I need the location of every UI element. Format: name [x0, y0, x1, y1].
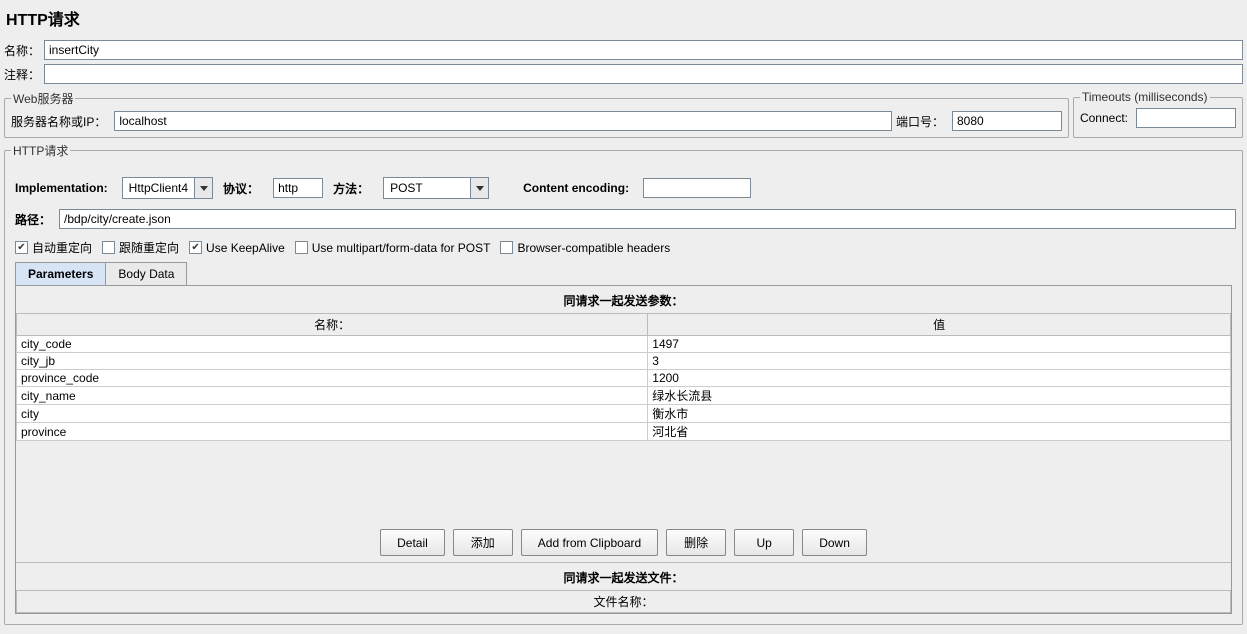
multipart-label: Use multipart/form-data for POST	[312, 241, 491, 255]
files-section-title: 同请求一起发送文件：	[16, 563, 1231, 590]
connect-label: Connect:	[1080, 111, 1132, 125]
delete-button[interactable]: 删除	[666, 529, 726, 556]
param-value-cell[interactable]: 1200	[648, 370, 1231, 387]
multipart-checkbox[interactable]: Use multipart/form-data for POST	[295, 241, 491, 255]
follow-redirect-label: 跟随重定向	[119, 239, 179, 256]
col-filename-header[interactable]: 文件名称：	[17, 591, 1231, 613]
tab-body-data[interactable]: Body Data	[105, 262, 187, 285]
server-name-label: 服务器名称或IP：	[11, 113, 110, 130]
param-value-cell[interactable]: 河北省	[648, 423, 1231, 441]
param-value-cell[interactable]: 1497	[648, 336, 1231, 353]
browser-compat-checkbox[interactable]: Browser-compatible headers	[500, 241, 670, 255]
checkbox-icon	[15, 241, 28, 254]
checkbox-icon	[295, 241, 308, 254]
table-row[interactable]: province_code1200	[17, 370, 1231, 387]
port-label: 端口号：	[896, 113, 948, 130]
chevron-down-icon[interactable]	[470, 178, 488, 198]
keepalive-label: Use KeepAlive	[206, 241, 285, 255]
follow-redirect-checkbox[interactable]: 跟随重定向	[102, 239, 179, 256]
encoding-label: Content encoding:	[523, 181, 633, 195]
method-label: 方法：	[333, 180, 373, 197]
method-select[interactable]: POST	[383, 177, 489, 199]
param-name-cell[interactable]: city_jb	[17, 353, 648, 370]
browser-compat-label: Browser-compatible headers	[517, 241, 670, 255]
checkbox-icon	[189, 241, 202, 254]
col-name-header[interactable]: 名称：	[17, 314, 648, 336]
param-value-cell[interactable]: 3	[648, 353, 1231, 370]
table-row[interactable]: province河北省	[17, 423, 1231, 441]
checkbox-icon	[102, 241, 115, 254]
table-row[interactable]: city_jb3	[17, 353, 1231, 370]
connect-input[interactable]	[1136, 108, 1236, 128]
web-server-fieldset: Web服务器 服务器名称或IP： 端口号：	[4, 90, 1069, 138]
name-input[interactable]	[44, 40, 1243, 60]
parameters-panel: 同请求一起发送参数： 名称： 值 city_code1497city_jb3pr…	[15, 285, 1232, 614]
path-label: 路径：	[15, 211, 55, 228]
table-row[interactable]: city衡水市	[17, 405, 1231, 423]
implementation-label: Implementation:	[15, 181, 112, 195]
parameters-table[interactable]: 名称： 值 city_code1497city_jb3province_code…	[16, 313, 1231, 441]
web-server-legend: Web服务器	[11, 90, 75, 107]
up-button[interactable]: Up	[734, 529, 794, 556]
col-value-header[interactable]: 值	[648, 314, 1231, 336]
protocol-label: 协议：	[223, 180, 263, 197]
param-name-cell[interactable]: province_code	[17, 370, 648, 387]
auto-redirect-label: 自动重定向	[32, 239, 92, 256]
tab-parameters[interactable]: Parameters	[15, 262, 106, 285]
name-label: 名称：	[4, 42, 44, 59]
files-table[interactable]: 文件名称：	[16, 590, 1231, 613]
port-input[interactable]	[952, 111, 1062, 131]
encoding-input[interactable]	[643, 178, 751, 198]
comment-label: 注释：	[4, 66, 44, 83]
param-value-cell[interactable]: 衡水市	[648, 405, 1231, 423]
timeouts-legend: Timeouts (milliseconds)	[1080, 90, 1210, 104]
implementation-select[interactable]: HttpClient4	[122, 177, 213, 199]
add-from-clipboard-button[interactable]: Add from Clipboard	[521, 529, 658, 556]
http-request-legend: HTTP请求	[11, 142, 70, 159]
comment-input[interactable]	[44, 64, 1243, 84]
param-name-cell[interactable]: province	[17, 423, 648, 441]
timeouts-fieldset: Timeouts (milliseconds) Connect:	[1073, 90, 1243, 138]
down-button[interactable]: Down	[802, 529, 867, 556]
chevron-down-icon[interactable]	[194, 178, 212, 198]
add-button[interactable]: 添加	[453, 529, 513, 556]
table-row[interactable]: city_code1497	[17, 336, 1231, 353]
checkbox-icon	[500, 241, 513, 254]
protocol-input[interactable]	[273, 178, 323, 198]
param-value-cell[interactable]: 绿水长流县	[648, 387, 1231, 405]
params-section-title: 同请求一起发送参数：	[16, 286, 1231, 313]
auto-redirect-checkbox[interactable]: 自动重定向	[15, 239, 92, 256]
param-name-cell[interactable]: city_name	[17, 387, 648, 405]
detail-button[interactable]: Detail	[380, 529, 445, 556]
table-row[interactable]: city_name绿水长流县	[17, 387, 1231, 405]
http-request-fieldset: HTTP请求 Implementation: HttpClient4 协议： 方…	[4, 142, 1243, 625]
path-input[interactable]	[59, 209, 1236, 229]
implementation-value: HttpClient4	[123, 178, 194, 198]
keepalive-checkbox[interactable]: Use KeepAlive	[189, 241, 285, 255]
method-value: POST	[384, 178, 470, 198]
param-name-cell[interactable]: city_code	[17, 336, 648, 353]
param-name-cell[interactable]: city	[17, 405, 648, 423]
server-name-input[interactable]	[114, 111, 892, 131]
page-title: HTTP请求	[4, 2, 1243, 38]
